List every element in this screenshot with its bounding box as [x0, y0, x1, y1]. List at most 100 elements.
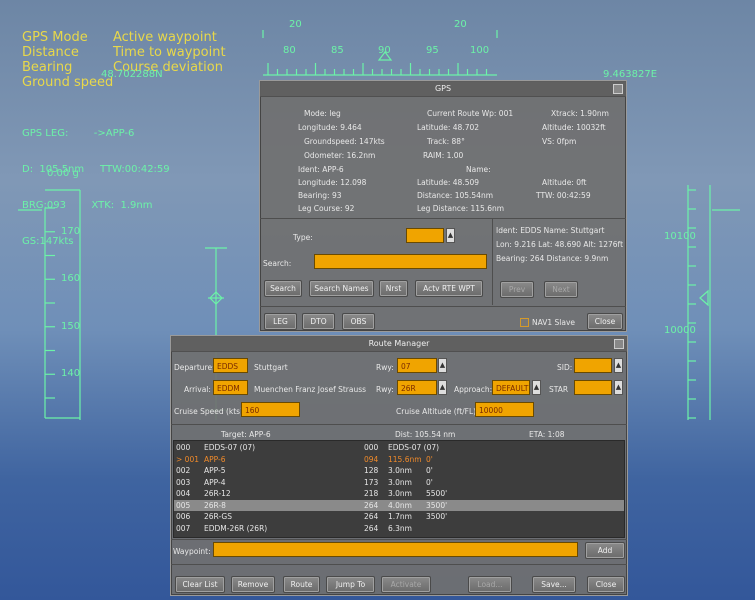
route-row-col-d: EDDS-07 (07)	[388, 443, 440, 452]
route-button[interactable]: Route	[283, 576, 320, 593]
gps-line-bearing: BRG:093 XTK: 1.9nm	[22, 200, 153, 211]
gps-line-distance: D: 105.5nm TTW:00:42:59	[22, 164, 170, 175]
star-field[interactable]	[574, 380, 612, 395]
gps-close-button[interactable]: Close	[587, 313, 623, 330]
route-row-col-a: 004	[176, 489, 191, 498]
alt-ticks	[688, 189, 696, 419]
arrival-field[interactable]: EDDM	[213, 380, 248, 395]
heading-mark-right: 20	[454, 19, 467, 30]
route-eta: ETA: 1:08	[529, 430, 565, 439]
gps-search-button[interactable]: Search	[264, 280, 302, 297]
gps-odometer: Odometer: 16.2nm	[304, 151, 376, 160]
sid-arrow[interactable]: ▲	[614, 358, 623, 373]
gps-separator-v	[492, 219, 493, 305]
gps-nrst-button[interactable]: Nrst	[379, 280, 408, 297]
arrival-rwy-arrow[interactable]: ▲	[438, 380, 447, 395]
route-separator	[171, 424, 627, 425]
approach-arrow[interactable]: ▲	[532, 380, 541, 395]
route-manager-close-box[interactable]	[614, 339, 624, 349]
clear-list-button[interactable]: Clear List	[175, 576, 225, 593]
activate-button[interactable]: Activate	[381, 576, 431, 593]
gps-leg-button[interactable]: LEG	[264, 313, 297, 330]
gps-next-button[interactable]: Next	[544, 281, 578, 298]
departure-field[interactable]: EDDS	[213, 358, 248, 373]
gps-type-arrow[interactable]: ▲	[446, 228, 455, 243]
gps-result-line2: Lon: 9.216 Lat: 48.690 Alt: 1276ft	[496, 240, 624, 249]
route-row-col-a: 000	[176, 443, 191, 452]
gps-dto-button[interactable]: DTO	[302, 313, 335, 330]
cruise-altitude-field[interactable]: 10000	[475, 402, 534, 417]
heading-tick-80: 80	[283, 45, 296, 56]
route-list-row[interactable]: 002 APP-5 128 3.0nm 0'	[174, 465, 624, 477]
route-waypoint-list[interactable]: 000 EDDS-07 (07) 000 EDDS-07 (07) > 001 APP-6…	[173, 440, 625, 538]
gps-nav1-slave-checkbox[interactable]	[520, 318, 529, 327]
gps-actv-rte-wpt-button[interactable]: Actv RTE WPT	[415, 280, 483, 297]
route-row-col-a: 002	[176, 466, 191, 475]
gps-bearing: Bearing: 93	[298, 191, 342, 200]
jump-to-button[interactable]: Jump To	[326, 576, 375, 593]
gps-search-input[interactable]	[314, 254, 487, 269]
speed-tick-170: 170	[61, 226, 81, 237]
speed-tick-160: 160	[61, 273, 81, 284]
gps-obs-button[interactable]: OBS	[342, 313, 375, 330]
route-row-col-a: 007	[176, 523, 191, 533]
longitude-readout: 9.463827E	[603, 69, 658, 80]
route-row-col-d: 4.0nm	[388, 500, 412, 510]
departure-rwy-arrow[interactable]: ▲	[438, 358, 447, 373]
route-row-col-e: 3500'	[426, 500, 448, 510]
route-row-col-d: 1.7nm	[388, 512, 412, 521]
gps-result-line3: Bearing: 264 Distance: 9.9nm	[496, 254, 609, 263]
latitude-readout: 48.702288N	[101, 69, 163, 80]
route-row-col-c: 094	[364, 454, 379, 464]
alt-tick-10100: 10100	[664, 231, 696, 242]
gps-window-close-box[interactable]	[613, 84, 623, 94]
alt-tick-10000: 10000	[664, 325, 696, 336]
route-list-row[interactable]: 000 EDDS-07 (07) 000 EDDS-07 (07)	[174, 442, 624, 454]
route-manager-window: Route Manager Departure: EDDS Stuttgart …	[170, 335, 628, 596]
arrival-label: Arrival:	[184, 385, 211, 394]
load-button[interactable]: Load...	[468, 576, 512, 593]
departure-rwy-field[interactable]: 07	[397, 358, 437, 373]
g-readout: 0.00 g	[47, 168, 79, 179]
star-label: STAR	[549, 385, 569, 394]
star-arrow[interactable]: ▲	[614, 380, 623, 395]
route-row-col-b: 26R-8	[204, 500, 226, 510]
route-row-col-c: 218	[364, 489, 379, 498]
route-list-row[interactable]: 006 26R-GS 264 1.7nm 3500'	[174, 511, 624, 523]
gps-type-label: Type:	[293, 233, 313, 242]
legend-ground-speed: Ground speed	[22, 75, 114, 90]
route-row-col-c: 264	[364, 523, 379, 533]
legend-distance: Distance	[22, 45, 79, 60]
gps-search-names-button[interactable]: Search Names	[309, 280, 374, 297]
save-button[interactable]: Save...	[532, 576, 576, 593]
sid-field[interactable]	[574, 358, 612, 373]
route-row-col-b: 26R-12	[204, 489, 231, 498]
cruise-speed-field[interactable]: 160	[241, 402, 300, 417]
remove-button[interactable]: Remove	[231, 576, 275, 593]
route-row-col-e: 3500'	[426, 512, 448, 521]
gps-leg-block: GPS LEG: ->APP-6 D: 105.5nm TTW:00:42:59…	[22, 104, 170, 260]
gps-leg-course: Leg Course: 92	[298, 204, 355, 213]
route-list-row[interactable]: 005 26R-8 264 4.0nm 3500'	[174, 499, 624, 511]
arrival-name: Muenchen Franz Josef Strauss	[254, 385, 367, 394]
heading-tick-85: 85	[331, 45, 344, 56]
heading-tick-95: 95	[426, 45, 439, 56]
gps-altitude: Altitude: 10032ft	[542, 123, 606, 132]
route-manager-titlebar[interactable]: Route Manager	[171, 336, 627, 352]
route-close-button[interactable]: Close	[587, 576, 625, 593]
route-list-row[interactable]: 007 EDDM-26R (26R) 264 6.3nm	[174, 523, 624, 535]
gps-xtrack: Xtrack: 1.90nm	[551, 109, 609, 118]
gps-prev-button[interactable]: Prev	[500, 281, 534, 298]
gps-window-titlebar[interactable]: GPS	[260, 81, 626, 97]
route-row-col-e: 0'	[426, 454, 433, 464]
approach-field[interactable]: DEFAULT	[492, 380, 530, 395]
add-waypoint-button[interactable]: Add	[585, 542, 625, 559]
arrival-rwy-field[interactable]: 26R	[397, 380, 437, 395]
route-list-row[interactable]: > 001 APP-6 094 115.6nm 0'	[174, 454, 624, 466]
route-list-row[interactable]: 003 APP-4 173 3.0nm 0'	[174, 477, 624, 489]
gps-result-line1: Ident: EDDS Name: Stuttgart	[496, 226, 605, 235]
gps-type-field[interactable]	[406, 228, 444, 243]
route-list-row[interactable]: 004 26R-12 218 3.0nm 5500'	[174, 488, 624, 500]
waypoint-input[interactable]	[213, 542, 578, 557]
gps-wp-longitude: Longitude: 12.098	[298, 178, 367, 187]
